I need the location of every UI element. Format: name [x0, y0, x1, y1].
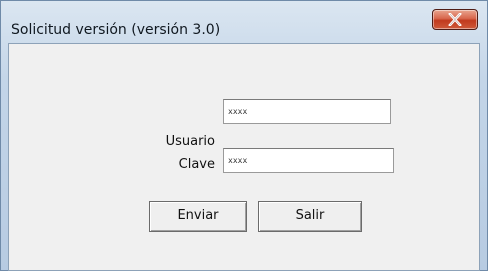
close-x-icon	[448, 13, 462, 26]
title-bar[interactable]: Solicitud versión (versión 3.0)	[1, 1, 487, 43]
send-button[interactable]: Enviar	[149, 201, 247, 232]
dialog-window: Solicitud versión (versión 3.0) Usuario …	[0, 0, 488, 271]
user-label: Usuario	[165, 134, 215, 149]
password-label: Clave	[178, 157, 215, 172]
close-button[interactable]	[432, 9, 478, 30]
window-title: Solicitud versión (versión 3.0)	[11, 22, 221, 38]
user-input[interactable]: xxxx	[223, 99, 391, 124]
dialog-body: Usuario xxxx Clave xxxx Enviar Salir	[8, 43, 480, 271]
exit-button[interactable]: Salir	[258, 201, 362, 232]
password-input[interactable]: xxxx	[223, 148, 394, 173]
